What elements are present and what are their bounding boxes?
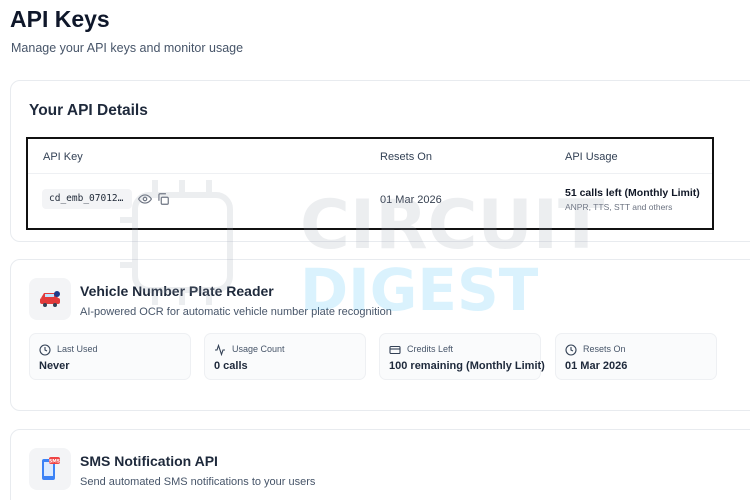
copy-icon[interactable] [156, 192, 170, 206]
stat-label: Credits Left [407, 344, 454, 354]
phone-sms-icon: SMS [29, 448, 71, 490]
stat-value: Never [39, 360, 70, 372]
column-header-api-key: API Key [43, 151, 83, 163]
usage-services: ANPR, TTS, STT and others [565, 202, 673, 212]
reset-date: 01 Mar 2026 [380, 194, 442, 206]
stat-value: 0 calls [214, 360, 248, 372]
api-details-card: Your API Details API Key Resets On API U… [10, 80, 750, 242]
page-subtitle: Manage your API keys and monitor usage [11, 41, 244, 55]
stat-resets-on: Resets On 01 Mar 2026 [555, 333, 717, 380]
vehicle-plate-reader-card: Vehicle Number Plate Reader AI-powered O… [10, 259, 750, 411]
sms-card-desc: Send automated SMS notifications to your… [80, 476, 316, 488]
stat-usage-count: Usage Count 0 calls [204, 333, 366, 380]
eye-icon[interactable] [137, 192, 153, 206]
column-header-resets-on: Resets On [380, 151, 432, 163]
stat-label: Usage Count [232, 344, 285, 354]
api-keys-table: API Key Resets On API Usage cd_emb_07012… [26, 137, 714, 230]
api-key-value[interactable]: cd_emb_07012… [42, 189, 132, 209]
usage-remaining: 51 calls left (Monthly Limit) [565, 187, 700, 199]
stat-credits-left: Credits Left 100 remaining (Monthly Limi… [379, 333, 545, 380]
page-title: API Keys [10, 6, 110, 32]
table-divider [28, 173, 712, 174]
stat-last-used: Last Used Never [29, 333, 191, 380]
stat-value: 100 remaining (Monthly Limit) [389, 360, 545, 372]
clock-icon [565, 343, 577, 356]
stat-value: 01 Mar 2026 [565, 360, 628, 372]
vehicle-card-title: Vehicle Number Plate Reader [80, 283, 274, 299]
activity-icon [214, 343, 226, 357]
column-header-api-usage: API Usage [565, 151, 618, 163]
clock-icon [39, 343, 51, 356]
sms-notification-card: SMS SMS Notification API Send automated … [10, 429, 750, 500]
stat-label: Last Used [57, 344, 98, 354]
sms-card-title: SMS Notification API [80, 453, 218, 469]
svg-text:SMS: SMS [49, 458, 60, 464]
car-icon [29, 278, 71, 320]
api-details-title: Your API Details [29, 102, 148, 119]
credit-card-icon [389, 343, 401, 355]
vehicle-card-desc: AI-powered OCR for automatic vehicle num… [80, 306, 392, 318]
stat-label: Resets On [583, 344, 626, 354]
